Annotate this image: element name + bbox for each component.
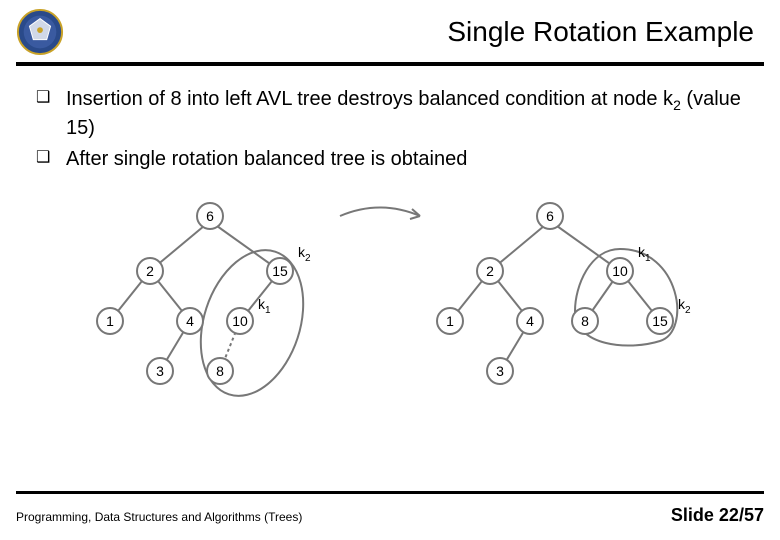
svg-text:2: 2: [146, 263, 154, 279]
k2-label: k2: [678, 296, 691, 316]
bullet-item: After single rotation balanced tree is o…: [30, 146, 750, 173]
tree-node: 10: [607, 258, 633, 284]
tree-node: 1: [97, 308, 123, 334]
tree-node: 4: [177, 308, 203, 334]
tree-node: 3: [147, 358, 173, 384]
tree-node: 2: [477, 258, 503, 284]
slide-content: Insertion of 8 into left AVL tree destro…: [0, 66, 780, 411]
k1-label: k1: [258, 296, 271, 316]
svg-text:15: 15: [272, 263, 288, 279]
slide-title: Single Rotation Example: [64, 16, 764, 48]
tree-node: 3: [487, 358, 513, 384]
svg-text:1: 1: [106, 313, 114, 329]
svg-text:4: 4: [526, 313, 534, 329]
tree-node: 8: [207, 358, 233, 384]
institution-logo: [16, 8, 64, 56]
slide-header: Single Rotation Example: [0, 0, 780, 62]
tree-node: 10: [227, 308, 253, 334]
svg-text:10: 10: [612, 263, 628, 279]
tree-node: 4: [517, 308, 543, 334]
bullet-list: Insertion of 8 into left AVL tree destro…: [30, 86, 750, 173]
footer-left-text: Programming, Data Structures and Algorit…: [16, 510, 302, 524]
svg-text:4: 4: [186, 313, 194, 329]
slide-footer: Programming, Data Structures and Algorit…: [16, 505, 764, 526]
bullet-item: Insertion of 8 into left AVL tree destro…: [30, 86, 750, 142]
svg-text:3: 3: [156, 363, 164, 379]
tree-node: 15: [647, 308, 673, 334]
k1-label: k1: [638, 244, 651, 264]
tree-node: 8: [572, 308, 598, 334]
tree-node: 15: [267, 258, 293, 284]
bullet-text: Insertion of 8 into left AVL tree destro…: [66, 88, 673, 110]
bullet-text: After single rotation balanced tree is o…: [66, 148, 467, 170]
svg-text:3: 3: [496, 363, 504, 379]
subscript: 2: [673, 97, 681, 113]
svg-text:1: 1: [446, 313, 454, 329]
svg-text:8: 8: [581, 313, 589, 329]
tree-node: 1: [437, 308, 463, 334]
rotation-arrow: [340, 207, 420, 216]
svg-text:8: 8: [216, 363, 224, 379]
tree-node: 6: [197, 203, 223, 229]
tree-node: 2: [137, 258, 163, 284]
svg-text:2: 2: [486, 263, 494, 279]
footer-rule: [16, 491, 764, 494]
svg-text:10: 10: [232, 313, 248, 329]
slide-number: Slide 22/57: [671, 505, 764, 526]
k2-label: k2: [298, 244, 311, 264]
svg-text:6: 6: [546, 208, 554, 224]
svg-text:15: 15: [652, 313, 668, 329]
svg-text:6: 6: [206, 208, 214, 224]
tree-node: 6: [537, 203, 563, 229]
tree-diagram: 6 2 15 1 4 10 3 8 k2 k1: [80, 191, 700, 411]
